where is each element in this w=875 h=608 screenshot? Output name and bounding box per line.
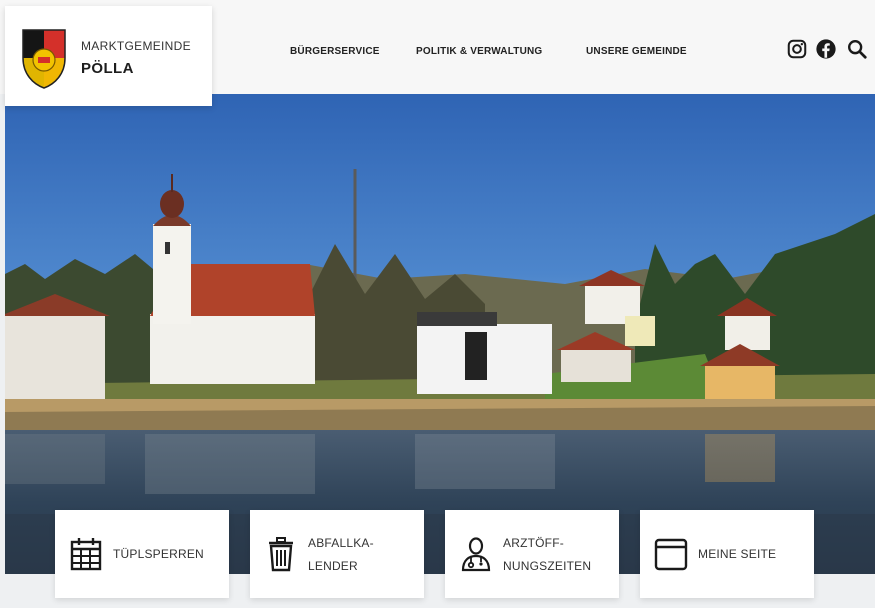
tile-label: MEINE SEITE	[698, 547, 777, 561]
tile-arztoeffnungszeiten[interactable]: ARZTÖFF- NUNGSZEITEN	[445, 510, 619, 598]
doctor-icon	[461, 537, 491, 572]
coat-of-arms-icon	[22, 29, 66, 89]
instagram-icon[interactable]	[786, 38, 808, 60]
calendar-icon	[70, 538, 102, 571]
tile-label: NUNGSZEITEN	[503, 559, 592, 573]
tile-abfallkalender[interactable]: ABFALLKA- LENDER	[250, 510, 424, 598]
trash-icon	[269, 537, 293, 572]
nav-item-politik-verwaltung[interactable]: POLITIK & VERWALTUNG	[416, 46, 542, 57]
tile-label: TÜPLSPERREN	[113, 547, 204, 561]
tile-tuplsperren[interactable]: TÜPLSPERREN	[55, 510, 229, 598]
nav-item-buergerservice[interactable]: BÜRGERSERVICE	[290, 46, 380, 57]
page: BÜRGERSERVICE POLITIK & VERWALTUNG UNSER…	[0, 0, 875, 608]
tile-label: LENDER	[308, 559, 358, 573]
hero-image	[5, 94, 875, 574]
site-logo[interactable]: MARKTGEMEINDE PÖLLA	[5, 6, 212, 106]
logo-line-name: PÖLLA	[81, 60, 134, 77]
facebook-icon[interactable]	[815, 38, 837, 60]
tile-label: ARZTÖFF-	[503, 536, 564, 550]
nav-item-unsere-gemeinde[interactable]: UNSERE GEMEINDE	[586, 46, 687, 57]
hero-slider	[5, 94, 875, 574]
tile-meine-seite[interactable]: MEINE SEITE	[640, 510, 814, 598]
logo-line-municipality: MARKTGEMEINDE	[81, 39, 191, 53]
browser-window-icon	[654, 538, 688, 571]
search-icon[interactable]	[846, 38, 868, 60]
tile-label: ABFALLKA-	[308, 536, 374, 550]
